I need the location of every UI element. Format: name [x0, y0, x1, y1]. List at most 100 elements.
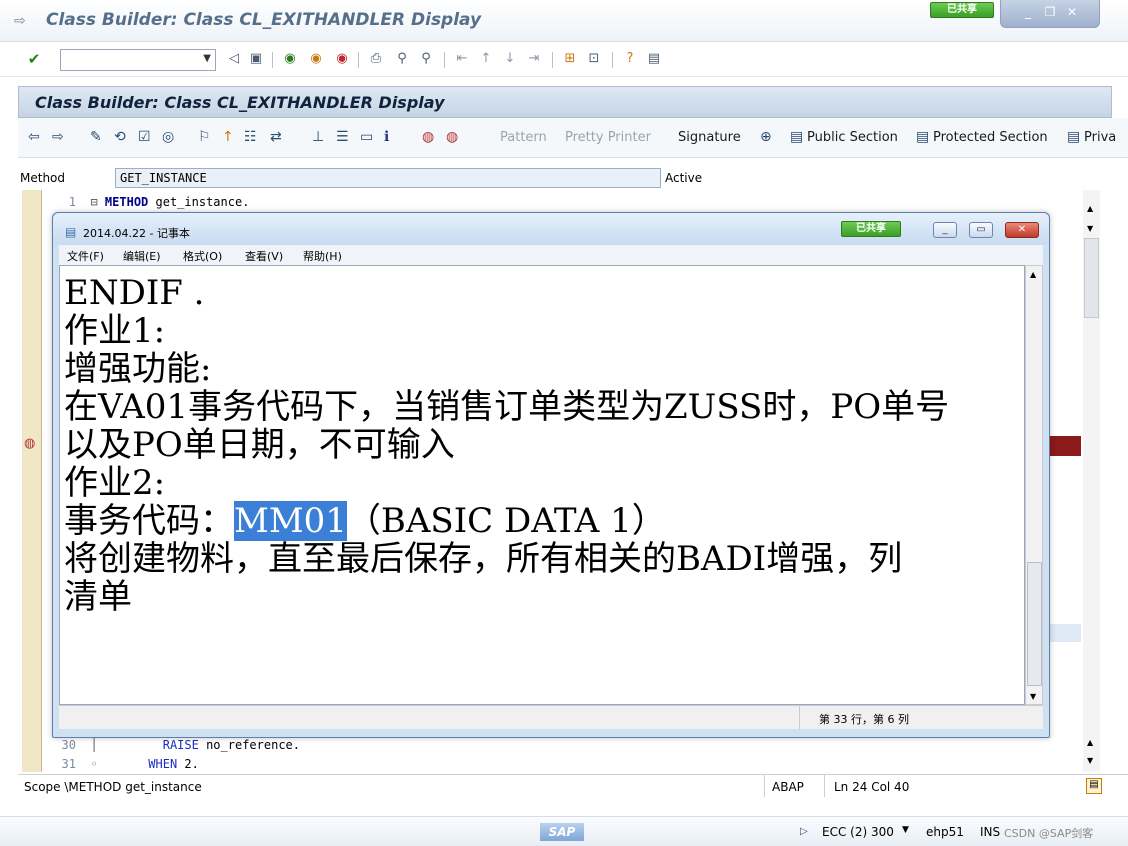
activate-icon[interactable]: ◎: [162, 129, 174, 145]
method-field[interactable]: GET_INSTANCE: [115, 168, 661, 188]
menu-help[interactable]: 帮助(H): [303, 248, 342, 264]
scroll-down-icon[interactable]: ▼: [1087, 756, 1093, 765]
window-menu-icon[interactable]: ⇨: [14, 13, 30, 29]
expand-icon[interactable]: ▷: [800, 826, 808, 837]
info-icon[interactable]: ℹ: [384, 129, 389, 145]
enter-icon[interactable]: ✔: [26, 51, 42, 67]
text-line-tcode: 事务代码：MM01（BASIC DATA 1）: [64, 501, 1024, 541]
prev-page-icon[interactable]: ↑: [478, 51, 494, 67]
navigation-icon[interactable]: ⇄: [270, 129, 282, 145]
fullscreen-icon[interactable]: ▭: [360, 129, 373, 145]
attributes-icon[interactable]: ⊕: [760, 129, 772, 145]
minimize-icon[interactable]: _: [1019, 4, 1037, 20]
shortcut-icon[interactable]: ⊡: [586, 51, 602, 67]
method-row: Method GET_INSTANCE Active: [0, 166, 1128, 190]
enhance-icon[interactable]: ☰: [336, 129, 349, 145]
code-text: no_reference.: [198, 738, 300, 752]
editor-gutter: [22, 190, 42, 772]
menu-view[interactable]: 查看(V): [245, 248, 283, 264]
new-session-icon[interactable]: ⊞: [562, 51, 578, 67]
code-text: 2.: [177, 757, 199, 771]
maximize-icon[interactable]: ▭: [969, 222, 993, 238]
scroll-down-icon[interactable]: ▼: [1087, 224, 1093, 233]
app-titlebar: Class Builder: Class CL_EXITHANDLER Disp…: [18, 86, 1112, 118]
chevron-down-icon[interactable]: ▼: [902, 825, 909, 835]
scroll-up-icon[interactable]: ▲: [1087, 204, 1093, 213]
notepad-scrollbar[interactable]: ▲ ▼: [1025, 265, 1043, 705]
pattern-button[interactable]: Pattern: [500, 130, 547, 145]
status-label: Active: [665, 171, 703, 185]
scroll-down-icon[interactable]: ▼: [1030, 692, 1036, 701]
breakpoint-line-highlight: [1049, 436, 1081, 456]
tcode-label: 事务代码：: [64, 501, 234, 541]
exit-icon[interactable]: ◉: [308, 51, 324, 67]
back-arrow-icon[interactable]: ◁: [226, 51, 242, 67]
text-line: 作业2:: [64, 463, 166, 503]
private-section-icon[interactable]: ▤: [1067, 129, 1080, 145]
help-icon[interactable]: ?: [622, 51, 638, 67]
pretty-printer-button[interactable]: Pretty Printer: [565, 130, 651, 145]
scroll-up-icon[interactable]: ▲: [1030, 270, 1036, 279]
menu-edit[interactable]: 编辑(E): [123, 248, 161, 264]
command-field[interactable]: ▼: [60, 49, 216, 71]
find-next-icon[interactable]: ⚲: [418, 51, 434, 67]
private-section-button[interactable]: Priva: [1084, 130, 1116, 145]
shared-badge: 已共享: [841, 221, 901, 237]
back-arrow-icon[interactable]: ⇦: [28, 129, 40, 145]
code-keyword: METHOD: [104, 195, 149, 209]
method-label: Method: [20, 171, 66, 185]
menu-format[interactable]: 格式(O): [183, 248, 222, 264]
line-number: 1: [68, 195, 76, 209]
text-line: 清单: [64, 577, 132, 617]
back-icon[interactable]: ◉: [282, 51, 298, 67]
text-line: 增强功能:: [64, 349, 212, 389]
layout-menu-icon[interactable]: ▤: [646, 51, 662, 67]
find-icon[interactable]: ⚲: [394, 51, 410, 67]
test-icon[interactable]: ↑: [222, 129, 234, 145]
close-icon[interactable]: ✕: [1005, 222, 1039, 238]
notepad-titlebar: ▤ 2014.04.22 - 记事本 已共享 _ ▭ ✕: [53, 213, 1049, 245]
hierarchy-icon[interactable]: ⊥: [312, 129, 324, 145]
forward-arrow-icon[interactable]: ⇨: [52, 129, 64, 145]
signature-button[interactable]: Signature: [678, 130, 741, 145]
print-icon[interactable]: ⎙: [368, 51, 384, 67]
menu-file[interactable]: 文件(F): [67, 248, 104, 264]
where-used-icon[interactable]: ⚐: [198, 129, 211, 145]
minimize-icon[interactable]: _: [933, 222, 957, 238]
notepad-statusbar: 第 33 行，第 6 列: [59, 705, 1043, 730]
last-page-icon[interactable]: ⇥: [526, 51, 542, 67]
scroll-thumb[interactable]: [1027, 562, 1042, 686]
notepad-window[interactable]: ▤ 2014.04.22 - 记事本 已共享 _ ▭ ✕ 文件(F) 编辑(E)…: [52, 212, 1050, 738]
session-breakpoint-icon[interactable]: ◍: [446, 129, 458, 145]
display-change-icon[interactable]: ✎: [90, 129, 102, 145]
save-icon[interactable]: ▣: [248, 51, 264, 67]
breakpoint-marker-icon[interactable]: ◍: [24, 436, 40, 452]
scroll-up-icon[interactable]: ▲: [1087, 738, 1093, 747]
scroll-thumb[interactable]: [1084, 238, 1099, 318]
check-icon[interactable]: ☑: [138, 129, 151, 145]
line-number: 30: [61, 738, 76, 752]
protected-section-button[interactable]: Protected Section: [933, 130, 1048, 145]
active-inactive-icon[interactable]: ⟲: [114, 129, 126, 145]
object-list-icon[interactable]: ☷: [244, 129, 257, 145]
selection-highlight: [1049, 624, 1081, 642]
notes-icon[interactable]: ▤: [1086, 778, 1102, 794]
system-info: ECC (2) 300: [822, 825, 894, 839]
text-line: 在VA01事务代码下，当销售订单类型为ZUSS时，PO单号: [64, 387, 950, 427]
protected-section-icon[interactable]: ▤: [916, 129, 929, 145]
notepad-title: 2014.04.22 - 记事本: [83, 227, 190, 240]
window-controls: _ ❐ ✕: [1000, 0, 1100, 28]
sap-statusbar: SAP ▷ ECC (2) 300 ▼ ehp51 INS CSDN @SAP剑…: [0, 816, 1128, 846]
chevron-down-icon[interactable]: ▼: [203, 53, 211, 64]
text-line: 将创建物料，直至最后保存，所有相关的BADI增强，列: [64, 539, 903, 579]
cancel-icon[interactable]: ◉: [334, 51, 350, 67]
first-page-icon[interactable]: ⇤: [454, 51, 470, 67]
breakpoint-icon[interactable]: ◍: [422, 129, 434, 145]
public-section-button[interactable]: Public Section: [807, 130, 898, 145]
public-section-icon[interactable]: ▤: [790, 129, 803, 145]
notepad-text-area[interactable]: ENDIF . 作业1: 增强功能: 在VA01事务代码下，当销售订单类型为ZUSS时…: [59, 265, 1025, 705]
next-page-icon[interactable]: ↓: [502, 51, 518, 67]
close-icon[interactable]: ✕: [1063, 4, 1081, 20]
restore-icon[interactable]: ❐: [1041, 4, 1059, 20]
editor-scrollbar[interactable]: ▲ ▼ ▲ ▼: [1083, 190, 1100, 772]
